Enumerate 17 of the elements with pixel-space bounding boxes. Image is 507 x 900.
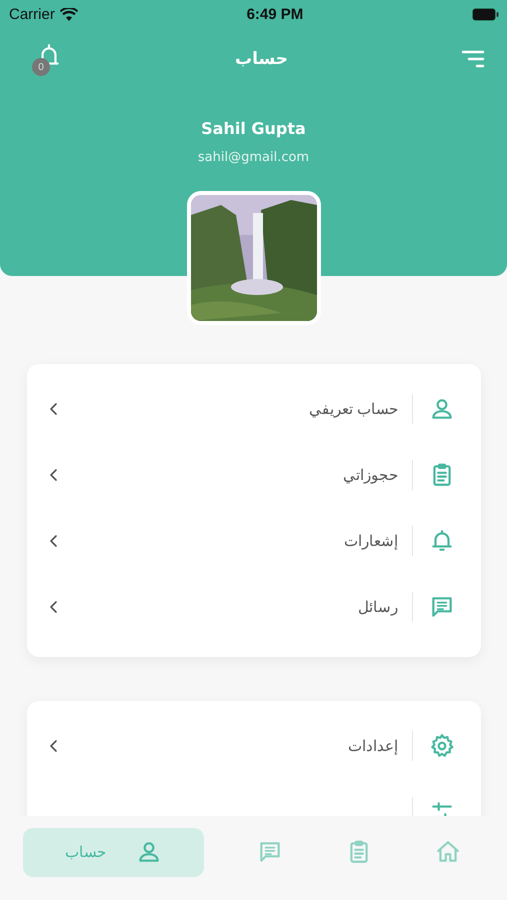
menu-item-label: إعدادات [347,737,398,755]
menu-item[interactable]: حساب تعريفي [27,376,481,442]
menu-item-label: رسائل [357,598,398,616]
screen-title: حساب [234,49,288,69]
clock: 6:49 PM [246,6,304,22]
menu-item-label: حساب تعريفي [308,400,398,418]
profile-email: sahil@gmail.com [198,150,310,165]
notification-count: 0 [32,58,50,76]
menu-item-label: إشعارات [343,532,398,550]
tab-label: حساب [65,843,106,861]
menu-item[interactable]: إعدادات [27,713,481,779]
menu-item[interactable]: إشعارات [27,508,481,574]
profile-name: Sahil Gupta [201,119,306,138]
menu-item[interactable]: حجوزاتي [27,442,481,508]
menu-item-label: حجوزاتي [342,466,398,484]
menu-item[interactable]: رسائل [27,574,481,640]
carrier-label: Carrier [9,6,55,22]
